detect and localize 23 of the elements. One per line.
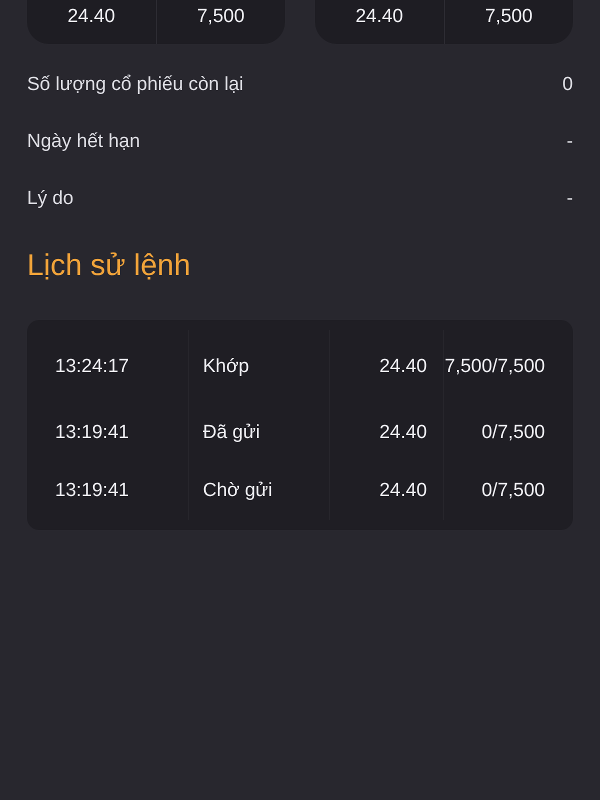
table-cell: Khớp <box>188 330 330 404</box>
table-cell: 13:19:41 <box>27 462 189 520</box>
table-cell: Đã gửi <box>188 404 330 462</box>
price-value: 7,500 <box>156 0 285 44</box>
table-cell-text: 7,500/7,500 <box>444 355 546 379</box>
table-cell: 13:19:41 <box>27 404 189 462</box>
detail-label: Ngày hết hạn <box>27 131 140 153</box>
table-cell: 24.40 <box>330 462 444 520</box>
price-value: 24.40 <box>66 5 116 29</box>
table-cell: 24.40 <box>330 404 444 462</box>
table-cell-text: 0/7,500 <box>480 421 546 445</box>
detail-label: Lý do <box>27 188 74 210</box>
price-value: 7,500 <box>444 0 573 44</box>
table-cell-text: 0/7,500 <box>480 479 546 503</box>
detail-value: - <box>566 188 573 210</box>
table-cell: 24.40 <box>330 330 444 404</box>
table-cell: Chờ gửi <box>188 462 330 520</box>
detail-label: Số lượng cổ phiếu còn lại <box>27 74 244 96</box>
detail-value: - <box>566 131 573 153</box>
table-cell: 13:24:17 <box>27 330 189 404</box>
detail-value: 0 <box>562 74 573 96</box>
price-value: 24.40 <box>354 5 404 29</box>
section-title: Lịch sử lệnh <box>27 248 192 284</box>
